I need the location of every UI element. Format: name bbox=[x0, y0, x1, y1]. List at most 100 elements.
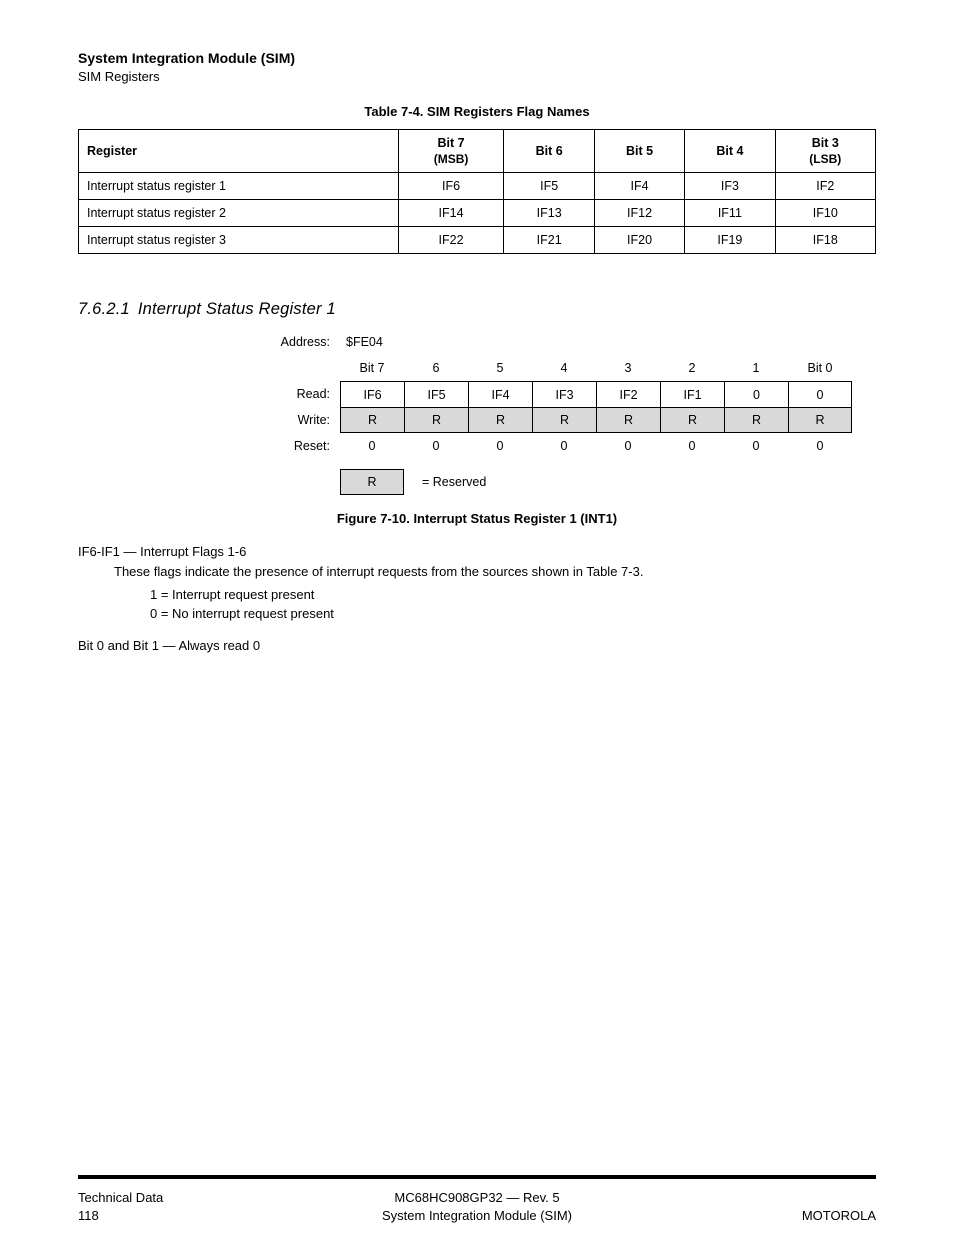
reset-cell: 0 bbox=[340, 433, 404, 459]
sim-registers-table: Register Bit 7 (MSB) Bit 6 Bit 5 Bit 4 B… bbox=[78, 129, 876, 254]
col-bit5: Bit 5 bbox=[594, 130, 684, 173]
spacer bbox=[596, 329, 660, 355]
flag-row: 0 = No interrupt request present bbox=[150, 604, 876, 624]
section-title: Interrupt Status Register 1 bbox=[138, 300, 336, 319]
read-label: Read: bbox=[250, 381, 340, 407]
section-number: 7.6.2.1 bbox=[78, 300, 130, 319]
write-cell: R bbox=[340, 407, 404, 433]
col-bit4: Bit 4 bbox=[685, 130, 775, 173]
cell: IF14 bbox=[398, 200, 504, 227]
reset-cell: 0 bbox=[660, 433, 724, 459]
read-cell: IF1 bbox=[660, 381, 724, 407]
write-cell: R bbox=[596, 407, 660, 433]
read-cell: IF5 bbox=[404, 381, 468, 407]
legend-text: = Reserved bbox=[404, 475, 876, 489]
table-row: Interrupt status register 2 IF14 IF13 IF… bbox=[79, 200, 876, 227]
cell: IF3 bbox=[685, 173, 775, 200]
col-bit6: Bit 6 bbox=[504, 130, 594, 173]
cell: IF13 bbox=[504, 200, 594, 227]
cell: IF11 bbox=[685, 200, 775, 227]
write-cell: R bbox=[532, 407, 596, 433]
flag-heading: Bit 0 and Bit 1 — Always read 0 bbox=[78, 638, 876, 653]
reset-cell: 0 bbox=[596, 433, 660, 459]
table-caption: Table 7-4. SIM Registers Flag Names bbox=[78, 104, 876, 119]
spacer bbox=[660, 329, 724, 355]
reset-cell: 0 bbox=[788, 433, 852, 459]
flag-heading: IF6-IF1 — Interrupt Flags 1-6 bbox=[78, 544, 876, 559]
col-register: Register bbox=[79, 130, 399, 173]
write-cell: R bbox=[468, 407, 532, 433]
address-label: Address: bbox=[250, 329, 340, 355]
reset-cell: 0 bbox=[724, 433, 788, 459]
bit-hdr: 3 bbox=[596, 355, 660, 381]
read-cell: IF2 bbox=[596, 381, 660, 407]
bit-hdr: 4 bbox=[532, 355, 596, 381]
col-bit7-sub: (MSB) bbox=[407, 152, 496, 166]
table-row: Interrupt status register 3 IF22 IF21 IF… bbox=[79, 227, 876, 254]
footer-right: MOTOROLA bbox=[802, 1208, 876, 1223]
bit-hdr: Bit 7 bbox=[340, 355, 404, 381]
page-header: System Integration Module (SIM) SIM Regi… bbox=[78, 50, 876, 84]
legend-box: R bbox=[340, 469, 404, 495]
flag-rows: 1 = Interrupt request present 0 = No int… bbox=[150, 585, 876, 624]
bit-hdr: 6 bbox=[404, 355, 468, 381]
write-cell: R bbox=[724, 407, 788, 433]
cell: IF18 bbox=[775, 227, 875, 254]
col-bit4-label: Bit 4 bbox=[716, 144, 743, 158]
flag-row: 1 = Interrupt request present bbox=[150, 585, 876, 605]
cell: Interrupt status register 2 bbox=[79, 200, 399, 227]
col-register-label: Register bbox=[87, 144, 137, 158]
cell: IF5 bbox=[504, 173, 594, 200]
cell: IF4 bbox=[594, 173, 684, 200]
write-cell: R bbox=[788, 407, 852, 433]
flag-block: Bit 0 and Bit 1 — Always read 0 bbox=[78, 638, 876, 653]
reset-cell: 0 bbox=[468, 433, 532, 459]
col-bit5-label: Bit 5 bbox=[626, 144, 653, 158]
spacer bbox=[250, 355, 340, 381]
cell: Interrupt status register 1 bbox=[79, 173, 399, 200]
read-cell: IF4 bbox=[468, 381, 532, 407]
read-cell: IF6 bbox=[340, 381, 404, 407]
col-bit7: Bit 7 (MSB) bbox=[398, 130, 504, 173]
read-cell: IF3 bbox=[532, 381, 596, 407]
table-row: Interrupt status register 1 IF6 IF5 IF4 … bbox=[79, 173, 876, 200]
header-subtitle: SIM Registers bbox=[78, 69, 876, 84]
reset-label: Reset: bbox=[250, 433, 340, 459]
footer-center-line1: MC68HC908GP32 — Rev. 5 bbox=[394, 1190, 559, 1205]
cell: IF20 bbox=[594, 227, 684, 254]
cell: IF10 bbox=[775, 200, 875, 227]
write-cell: R bbox=[404, 407, 468, 433]
col-bit3-sub: (LSB) bbox=[784, 152, 867, 166]
figure-caption: Figure 7-10. Interrupt Status Register 1… bbox=[78, 511, 876, 526]
cell: Interrupt status register 3 bbox=[79, 227, 399, 254]
col-bit3-label: Bit 3 bbox=[812, 136, 839, 150]
write-cell: R bbox=[660, 407, 724, 433]
bit-hdr: 1 bbox=[724, 355, 788, 381]
section-heading: 7.6.2.1 Interrupt Status Register 1 bbox=[78, 300, 876, 319]
cell: IF6 bbox=[398, 173, 504, 200]
cell: IF2 bbox=[775, 173, 875, 200]
bit-hdr: 2 bbox=[660, 355, 724, 381]
reset-cell: 0 bbox=[532, 433, 596, 459]
address-value: $FE04 bbox=[340, 329, 404, 355]
read-cell: 0 bbox=[724, 381, 788, 407]
register-diagram: Address: $FE04 Bit 7 6 5 4 3 2 1 Bit 0 R… bbox=[250, 329, 876, 459]
col-bit7-label: Bit 7 bbox=[437, 136, 464, 150]
table-header-row: Register Bit 7 (MSB) Bit 6 Bit 5 Bit 4 B… bbox=[79, 130, 876, 173]
register-legend: R = Reserved bbox=[250, 469, 876, 495]
write-label: Write: bbox=[250, 407, 340, 433]
footer-center: MC68HC908GP32 — Rev. 5 bbox=[0, 1190, 954, 1205]
cell: IF21 bbox=[504, 227, 594, 254]
cell: IF22 bbox=[398, 227, 504, 254]
reset-cell: 0 bbox=[404, 433, 468, 459]
spacer bbox=[724, 329, 788, 355]
flag-body: These flags indicate the presence of int… bbox=[114, 563, 876, 581]
bit-hdr: Bit 0 bbox=[788, 355, 852, 381]
flag-block: IF6-IF1 — Interrupt Flags 1-6 These flag… bbox=[78, 544, 876, 624]
cell: IF12 bbox=[594, 200, 684, 227]
header-title: System Integration Module (SIM) bbox=[78, 50, 876, 66]
page: System Integration Module (SIM) SIM Regi… bbox=[0, 0, 954, 1235]
footer-rule bbox=[78, 1175, 876, 1179]
read-cell: 0 bbox=[788, 381, 852, 407]
cell: IF19 bbox=[685, 227, 775, 254]
